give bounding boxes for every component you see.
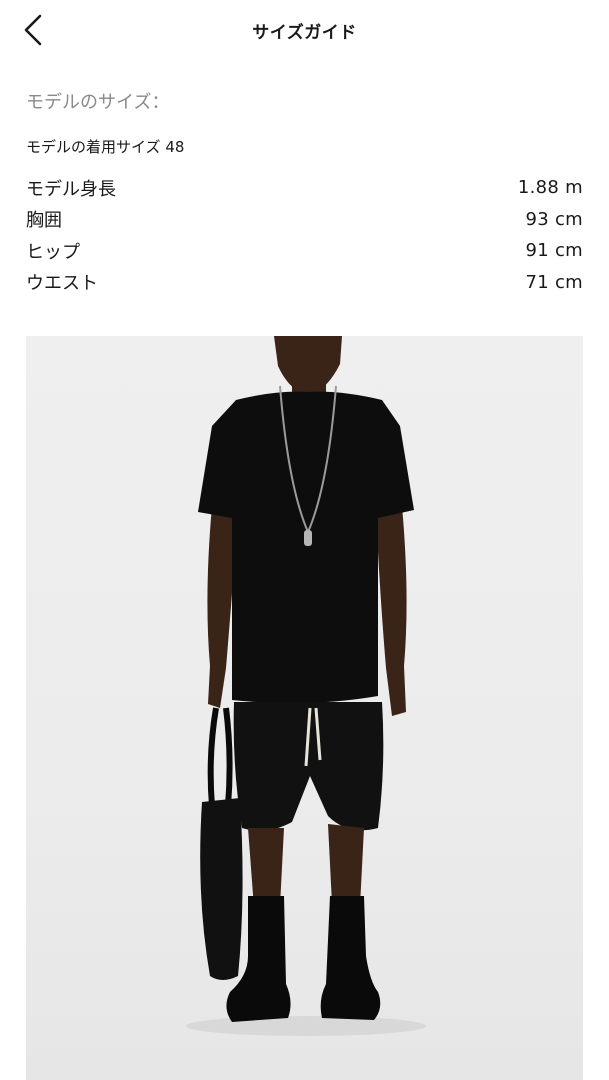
measurement-value: 1.88 m — [517, 177, 583, 199]
measurement-value: 93 cm — [525, 208, 583, 230]
header-bar: サイズガイド — [0, 0, 609, 62]
measurement-row-height: モデル身長 1.88 m — [26, 172, 583, 204]
model-wearing-size: モデルの着用サイズ 48 — [26, 138, 185, 156]
measurement-label: 胸囲 — [26, 210, 62, 232]
model-size-heading: モデルのサイズ： — [26, 92, 170, 113]
measurement-row-hip: ヒップ 91 cm — [26, 235, 583, 267]
measurement-value: 91 cm — [525, 240, 583, 262]
model-photo — [26, 336, 583, 1080]
measurement-label: ウエスト — [26, 273, 98, 295]
measurement-value: 71 cm — [525, 271, 583, 293]
measurement-label: モデル身長 — [26, 178, 116, 200]
measurement-row-waist: ウエスト 71 cm — [26, 267, 583, 299]
measurement-label: ヒップ — [26, 241, 80, 263]
measurement-row-chest: 胸囲 93 cm — [26, 204, 583, 236]
page-title: サイズガイド — [252, 23, 357, 43]
model-illustration — [186, 336, 426, 1036]
measurements-list: モデル身長 1.88 m 胸囲 93 cm ヒップ 91 cm ウエスト 71 … — [26, 172, 583, 298]
